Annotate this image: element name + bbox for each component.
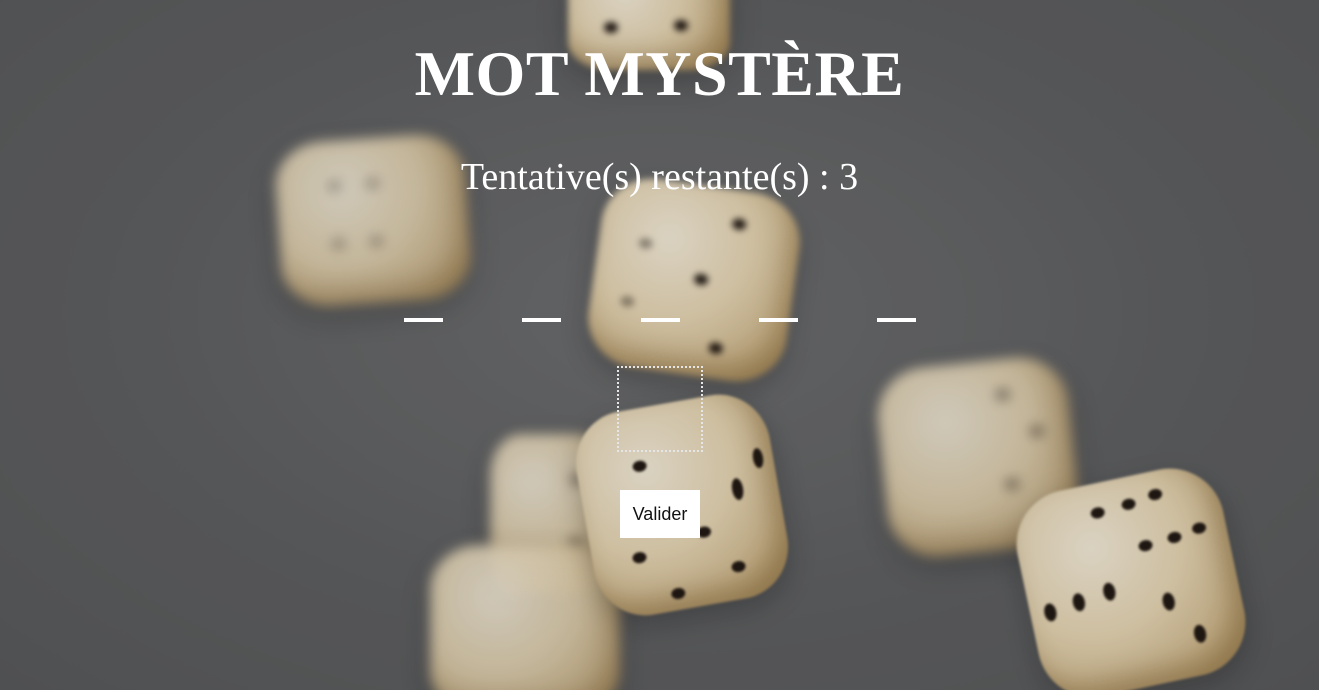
letter-slot [404,282,443,322]
page-title: MOT MYSTÈRE [414,38,905,109]
letter-slot [641,282,680,322]
letter-slot [522,282,561,322]
word-slots [404,282,924,332]
attempts-remaining: Tentative(s) restante(s) : 3 [460,156,859,198]
letter-input[interactable] [617,366,703,452]
game-screen: MOT MYSTÈRE Tentative(s) restante(s) : 3… [0,0,1319,690]
letter-slot [877,282,916,322]
letter-slot [759,282,798,322]
validate-button[interactable]: Valider [620,490,700,538]
